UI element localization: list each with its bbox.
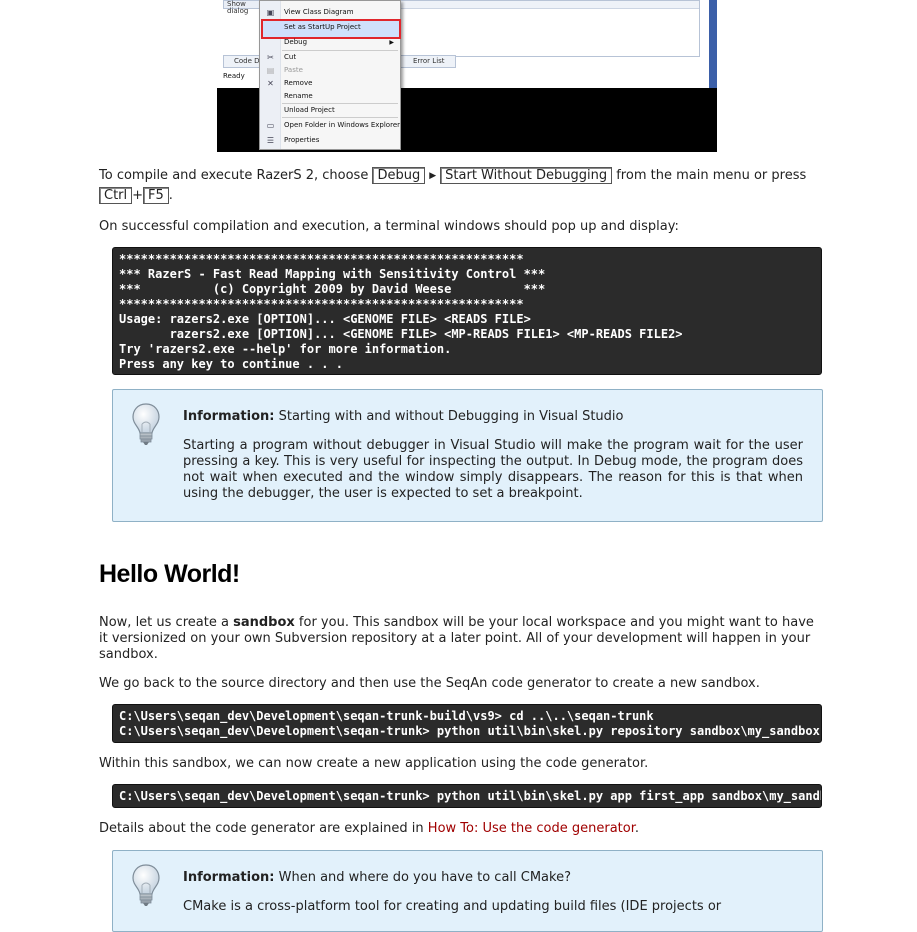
- heading-hello-world: Hello World!: [99, 560, 240, 588]
- terminal-line: C:\Users\seqan_dev\Development\seqan-tru…: [119, 789, 822, 803]
- sandbox-bold: sandbox: [233, 615, 295, 630]
- lightbulb-icon: [132, 864, 160, 906]
- compile-text-after: from the main menu or press: [616, 168, 807, 183]
- info-title: Information: When and where do you have …: [183, 870, 571, 886]
- ctx-item-debug: Debug ▶: [260, 36, 400, 49]
- paste-icon: ▤: [266, 66, 275, 75]
- vs-editor-toolbar: [401, 1, 699, 9]
- class-diagram-icon: ▣: [266, 8, 275, 17]
- vs-screenshot: Show dialog Code De Error List Ready ▣ V…: [217, 0, 717, 152]
- properties-icon: ☰: [266, 136, 275, 145]
- key-plus: +: [132, 188, 144, 203]
- terminal-line: *** RazerS - Fast Read Mapping with Sens…: [119, 267, 546, 281]
- ctx-label: View Class Diagram: [284, 8, 354, 16]
- terminal-line: C:\Users\seqan_dev\Development\seqan-tru…: [119, 709, 654, 723]
- menu-start-without-debugging: Start Without Debugging: [440, 167, 613, 184]
- info-label: Information:: [183, 409, 275, 424]
- ctx-item-cut: ✂ Cut: [260, 51, 400, 64]
- ctx-item-properties: ☰ Properties: [260, 134, 400, 147]
- info-label: Information:: [183, 870, 275, 885]
- terminal-line: ****************************************…: [119, 297, 524, 311]
- sandbox-paragraph: Now, let us create a sandbox for you. Th…: [99, 615, 824, 663]
- ctx-label: Cut: [284, 53, 297, 61]
- ctx-label: Open Folder in Windows Explorer: [284, 121, 401, 129]
- terminal-line: Press any key to continue . . .: [119, 357, 343, 371]
- terminal-line: Try 'razers2.exe --help' for more inform…: [119, 342, 452, 356]
- ctx-item-view-class-diagram: ▣ View Class Diagram: [260, 6, 400, 19]
- details-text-before: Details about the code generator are exp…: [99, 821, 424, 836]
- terminal-line: ****************************************…: [119, 252, 524, 266]
- within-paragraph: Within this sandbox, we can now create a…: [99, 756, 649, 771]
- terminal-line: C:\Users\seqan_dev\Development\seqan-tru…: [119, 724, 820, 738]
- compile-text-end: .: [168, 188, 173, 203]
- ctx-label: Set as StartUp Project: [284, 23, 361, 31]
- x-icon: ✕: [267, 79, 274, 88]
- ctx-separator: [282, 117, 398, 118]
- compile-paragraph: To compile and execute RazerS 2, choose …: [99, 166, 824, 206]
- terminal-line: *** (c) Copyright 2009 by David Weese **…: [119, 282, 546, 296]
- info-box-debugging: Information: Starting with and without D…: [112, 389, 823, 522]
- info-box-cmake: Information: When and where do you have …: [112, 850, 823, 932]
- ctx-item-rename: Rename: [260, 90, 400, 103]
- compile-text-before: To compile and execute RazerS 2, choose: [99, 168, 369, 183]
- vs-editor-panel: [400, 0, 700, 57]
- terminal-output-razers: ****************************************…: [112, 247, 822, 375]
- ctx-item-open-folder: ▭ Open Folder in Windows Explorer: [260, 119, 400, 132]
- ctx-item-unload: Unload Project: [260, 104, 400, 117]
- menu-debug: Debug: [372, 167, 426, 184]
- details-text-after: .: [634, 821, 639, 836]
- info-title: Information: Starting with and without D…: [183, 409, 623, 425]
- scissors-icon: ✂: [267, 53, 274, 62]
- sandbox-text-before: Now, let us create a: [99, 615, 229, 630]
- ctx-label: Unload Project: [284, 106, 335, 114]
- vs-tab-error-list: Error List: [400, 55, 456, 68]
- vs-status-bar: Ready: [223, 72, 245, 80]
- terminal-command-app: C:\Users\seqan_dev\Development\seqan-tru…: [112, 784, 822, 808]
- info-body: Starting a program without debugger in V…: [183, 438, 803, 501]
- link-code-generator[interactable]: How To: Use the code generator: [428, 821, 635, 836]
- ctx-item-remove: ✕ Remove: [260, 77, 400, 90]
- folder-icon: ▭: [266, 121, 275, 130]
- terminal-commands-sandbox: C:\Users\seqan_dev\Development\seqan-tru…: [112, 704, 822, 743]
- info-title-text: When and where do you have to call CMake…: [278, 870, 571, 885]
- key-ctrl: Ctrl: [99, 187, 133, 204]
- submenu-arrow-icon: ▶: [389, 39, 394, 46]
- vs-right-edge: [709, 0, 717, 88]
- info-body: CMake is a cross-platform tool for creat…: [183, 899, 722, 914]
- ctx-label: Debug: [284, 38, 308, 46]
- menu-arrow-icon: ▶: [429, 171, 437, 181]
- goback-paragraph: We go back to the source directory and t…: [99, 676, 760, 691]
- terminal-line: razers2.exe [OPTION]... <GENOME FILE> <M…: [119, 327, 683, 341]
- ctx-item-paste: ▤ Paste: [260, 64, 400, 77]
- lightbulb-icon: [132, 403, 160, 445]
- context-menu: ▣ View Class Diagram Set as StartUp Proj…: [259, 0, 401, 150]
- terminal-line: Usage: razers2.exe [OPTION]... <GENOME F…: [119, 312, 531, 326]
- ctx-label: Properties: [284, 136, 320, 144]
- success-paragraph: On successful compilation and execution,…: [99, 219, 679, 234]
- ctx-label: Rename: [284, 92, 313, 100]
- ctx-label: Remove: [284, 79, 313, 87]
- details-paragraph: Details about the code generator are exp…: [99, 821, 824, 837]
- key-f5: F5: [143, 187, 169, 204]
- ctx-label: Paste: [284, 66, 303, 74]
- ctx-item-set-startup: Set as StartUp Project: [260, 21, 400, 34]
- info-title-text: Starting with and without Debugging in V…: [278, 409, 624, 424]
